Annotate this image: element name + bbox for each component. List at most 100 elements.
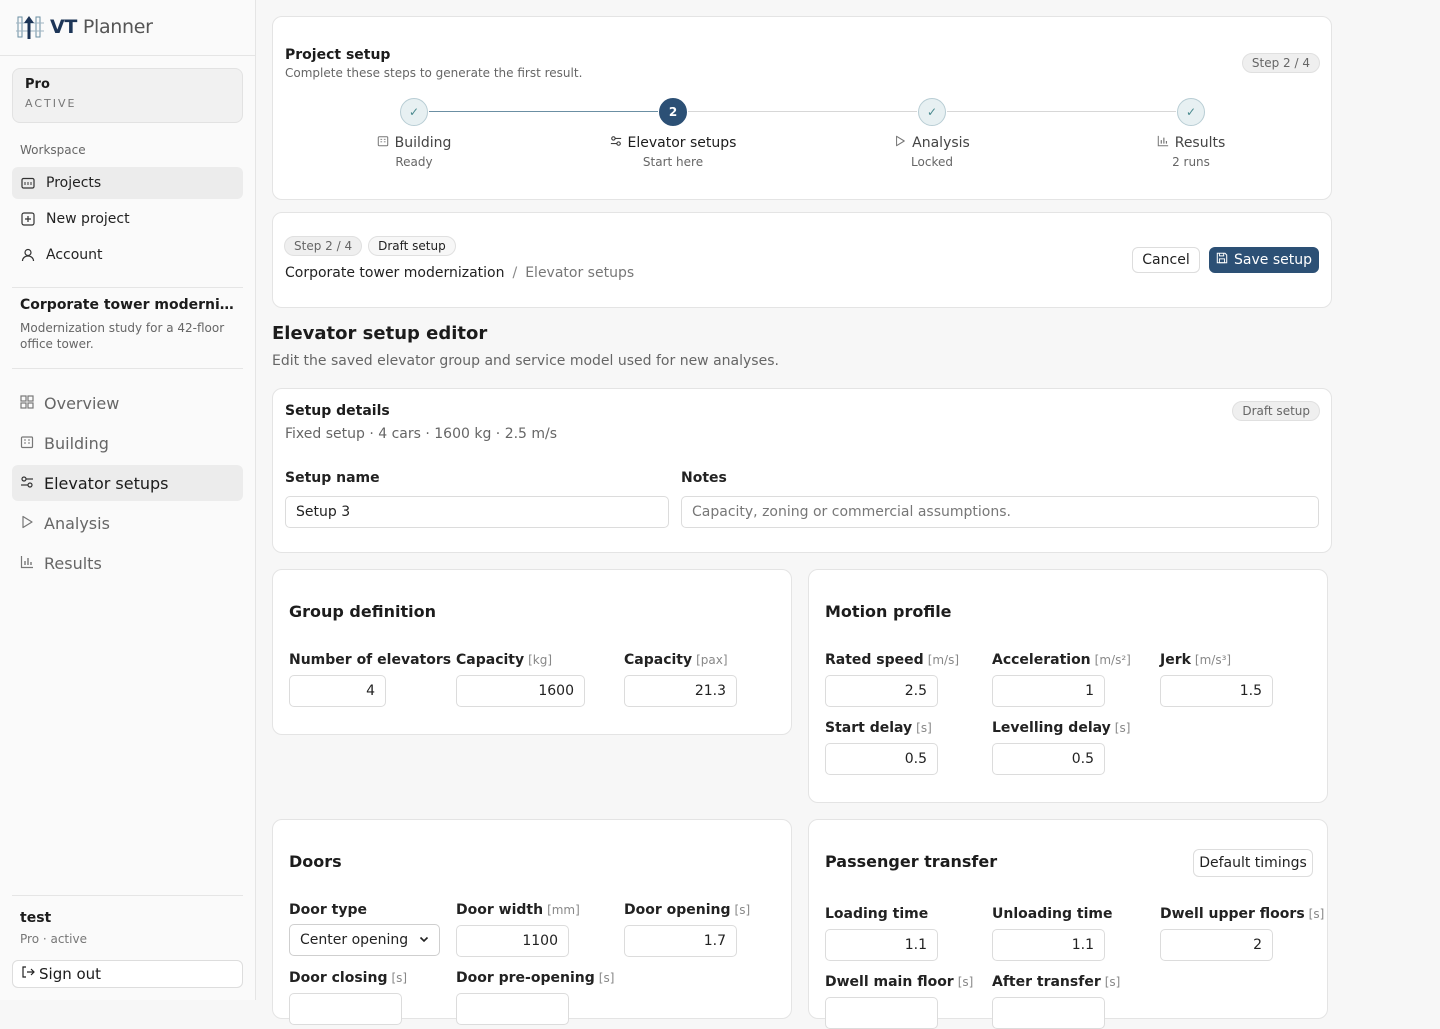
elevators-input[interactable] (289, 675, 386, 707)
project-setup-title: Project setup (285, 47, 391, 63)
sidebar-item-results[interactable]: Results (12, 545, 243, 581)
editor-subtitle: Edit the saved elevator group and servic… (272, 353, 779, 369)
setup-name-input[interactable] (285, 496, 669, 528)
capacity-kg-label: Capacity [kg] (456, 652, 553, 668)
motion-profile-title: Motion profile (825, 602, 952, 621)
step-results[interactable]: ✓ Results 2 runs (1111, 98, 1271, 169)
setup-details-card: Setup details Fixed setup · 4 cars · 160… (272, 388, 1332, 553)
jerk-label: Jerk [m/s³] (1160, 652, 1232, 668)
doors-card: Doors Door type Center opening Door widt… (272, 819, 792, 1025)
project-description: Modernization study for a 42-floor offic… (20, 321, 225, 351)
capacity-pax-label: Capacity [pax] (624, 652, 728, 668)
start-delay-input[interactable] (825, 743, 938, 775)
door-opening-label: Door opening [s] (624, 902, 751, 918)
building-icon (20, 434, 34, 453)
plan-name: Pro (25, 77, 50, 92)
step-status: Ready (395, 155, 433, 169)
rated-speed-input[interactable] (825, 675, 938, 707)
elevators-label: Number of elevators (289, 652, 452, 668)
dwell-main-label: Dwell main floor [s] (825, 974, 974, 990)
dwell-upper-input[interactable] (1160, 929, 1273, 961)
check-circle-icon: ✓ (918, 98, 946, 126)
acceleration-label: Acceleration [m/s²] (992, 652, 1131, 668)
sidebar-item-label: Account (46, 247, 103, 263)
breadcrumb-current: Elevator setups (525, 265, 635, 281)
unloading-time-label: Unloading time (992, 906, 1113, 922)
door-type-value: Center opening (300, 932, 409, 948)
start-delay-label: Start delay [s] (825, 720, 932, 736)
passenger-transfer-card: Passenger transfer Default timings Loadi… (808, 819, 1328, 1029)
building-icon (377, 135, 389, 151)
door-closing-input[interactable] (289, 993, 402, 1025)
breadcrumb-project[interactable]: Corporate tower modernization (285, 265, 504, 281)
bar-chart-icon (20, 554, 34, 573)
app-logo[interactable]: VT Planner (16, 12, 153, 42)
context-card: Step 2 / 4 Draft setup Corporate tower m… (272, 212, 1332, 308)
sidebar-item-label: Analysis (44, 513, 110, 533)
step-number: 2 (659, 98, 687, 126)
save-icon (1216, 252, 1228, 268)
cancel-button[interactable]: Cancel (1132, 247, 1200, 273)
sidebar-item-label: Results (44, 553, 102, 573)
sign-out-button[interactable]: Sign out (12, 960, 243, 988)
user-icon (20, 247, 36, 263)
sliders-icon (20, 474, 34, 493)
door-opening-input[interactable] (624, 925, 737, 957)
setup-name-label: Setup name (285, 470, 380, 486)
sidebar-item-overview[interactable]: Overview (12, 385, 243, 421)
loading-time-label: Loading time (825, 906, 929, 922)
setup-details-title: Setup details (285, 403, 390, 419)
group-definition-card: Group definition Number of elevators Cap… (272, 569, 792, 735)
sidebar-item-building[interactable]: Building (12, 425, 243, 461)
sidebar-item-label: Building (44, 433, 109, 453)
sidebar-item-elevator-setups[interactable]: Elevator setups (12, 465, 243, 501)
unloading-time-input[interactable] (992, 929, 1105, 961)
logo-icon (16, 16, 44, 39)
user-name: test (20, 910, 52, 926)
capacity-pax-input[interactable] (624, 675, 737, 707)
door-closing-label: Door closing [s] (289, 970, 408, 986)
play-icon (20, 514, 34, 533)
folder-icon (20, 175, 36, 191)
sidebar-item-new-project[interactable]: New project (12, 203, 243, 235)
sidebar-item-label: New project (46, 211, 130, 227)
divider (12, 287, 243, 288)
motion-profile-card: Motion profile Rated speed[m/s] Accelera… (808, 569, 1328, 803)
play-icon (894, 135, 906, 151)
plan-status: ACTIVE (25, 97, 77, 110)
levelling-delay-input[interactable] (992, 743, 1105, 775)
bar-chart-icon (1157, 135, 1169, 151)
step-building[interactable]: ✓ Building Ready (334, 98, 494, 169)
plus-square-icon (20, 211, 36, 227)
breadcrumb-separator: / (512, 265, 518, 281)
default-timings-button[interactable]: Default timings (1193, 849, 1313, 877)
step-elevator-setups[interactable]: 2 Elevator setups Start here (593, 98, 753, 169)
step-label: Building (334, 135, 494, 151)
door-width-input[interactable] (456, 925, 569, 957)
sidebar-item-projects[interactable]: Projects (12, 167, 243, 199)
project-setup-subtitle: Complete these steps to generate the fir… (285, 66, 583, 80)
door-type-select[interactable]: Center opening (289, 924, 440, 956)
dwell-main-input[interactable] (825, 997, 938, 1029)
sign-out-label: Sign out (39, 965, 102, 983)
sidebar-item-account[interactable]: Account (12, 239, 243, 271)
door-preopening-input[interactable] (456, 993, 569, 1025)
breadcrumb: Corporate tower modernization / Elevator… (285, 265, 634, 281)
after-transfer-input[interactable] (992, 997, 1105, 1029)
doors-title: Doors (289, 852, 342, 871)
jerk-input[interactable] (1160, 675, 1273, 707)
door-type-label: Door type (289, 902, 367, 918)
sidebar-item-analysis[interactable]: Analysis (12, 505, 243, 541)
notes-input[interactable] (681, 496, 1319, 528)
capacity-kg-input[interactable] (456, 675, 585, 707)
loading-time-input[interactable] (825, 929, 938, 961)
draft-badge: Draft setup (368, 236, 456, 256)
sidebar-item-label: Projects (46, 175, 102, 191)
sidebar-item-label: Elevator setups (44, 473, 169, 493)
user-plan: Pro · active (20, 932, 87, 946)
save-setup-button[interactable]: Save setup (1209, 247, 1319, 273)
context-badges: Step 2 / 4 Draft setup (284, 236, 456, 256)
acceleration-input[interactable] (992, 675, 1105, 707)
step-analysis[interactable]: ✓ Analysis Locked (852, 98, 1012, 169)
step-status: Start here (642, 155, 704, 169)
